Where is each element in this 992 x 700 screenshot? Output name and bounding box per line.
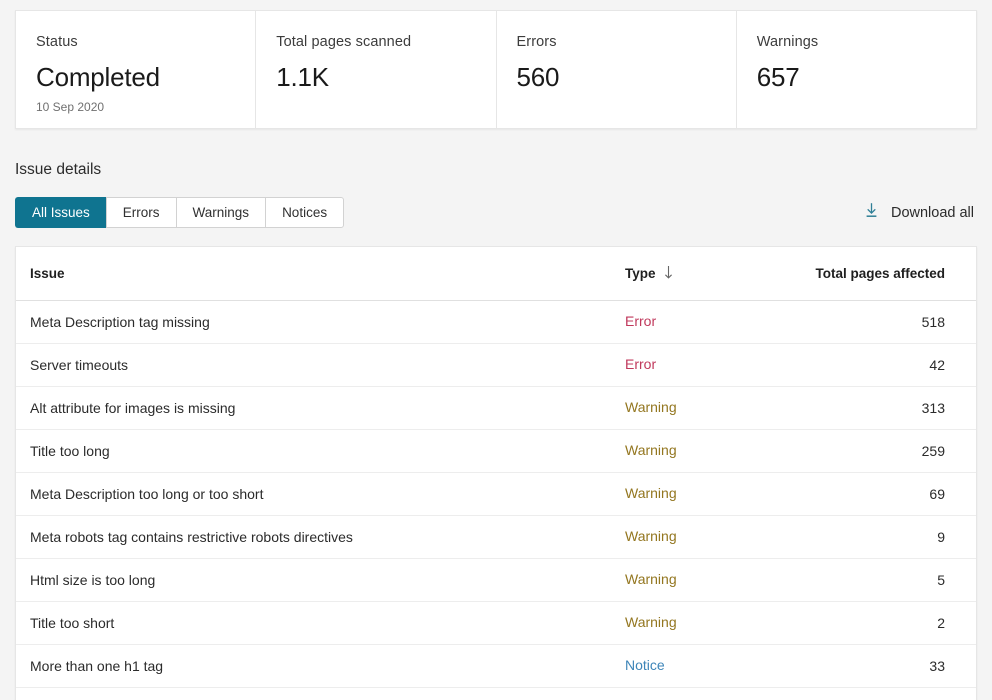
cell-pages-affected: 9 xyxy=(937,529,945,545)
cell-pages-affected: 42 xyxy=(929,357,945,373)
arrow-down-icon[interactable] xyxy=(663,265,674,283)
stat-label: Warnings xyxy=(756,34,819,50)
table-row[interactable]: Server timeouts Error 42 xyxy=(16,344,976,387)
table-header-row: Issue Type Total pages affected xyxy=(16,247,976,301)
table-row[interactable]: Html size is too long Warning 5 xyxy=(16,559,976,602)
download-icon xyxy=(863,201,880,224)
cell-issue: Title too long xyxy=(30,443,110,459)
tab-notices[interactable]: Notices xyxy=(265,197,345,228)
page-title: Issue details xyxy=(15,161,102,178)
column-header-type-label: Type xyxy=(625,266,656,281)
cell-pages-affected: 69 xyxy=(929,486,945,502)
summary-stats-card: Status Completed 10 Sep 2020 Total pages… xyxy=(15,10,977,129)
cell-issue: Server timeouts xyxy=(30,357,129,373)
cell-issue: Meta Description tag missing xyxy=(30,314,210,330)
stat-total-pages-scanned: Total pages scanned 1.1K xyxy=(256,11,497,128)
table-row[interactable]: Meta robots tag contains restrictive rob… xyxy=(16,516,976,559)
download-all-button[interactable]: Download all xyxy=(863,201,977,224)
cell-pages-affected: 2 xyxy=(937,615,945,631)
tab-errors[interactable]: Errors xyxy=(105,197,176,228)
cell-issue: Html size is too long xyxy=(30,572,156,588)
status-badge: Notice xyxy=(625,657,665,673)
table-row[interactable]: Title too short Warning 2 xyxy=(16,602,976,645)
status-badge: Warning xyxy=(625,399,677,415)
cell-issue: Alt attribute for images is missing xyxy=(30,400,236,416)
stat-label: Errors xyxy=(516,34,557,50)
tab-all-issues[interactable]: All Issues xyxy=(15,197,106,228)
download-all-label: Download all xyxy=(890,204,974,221)
tab-warnings[interactable]: Warnings xyxy=(175,197,266,228)
cell-pages-affected: 5 xyxy=(937,572,945,588)
cell-issue: Title too short xyxy=(30,615,115,631)
status-badge: Warning xyxy=(625,571,677,587)
table-row[interactable] xyxy=(16,688,976,700)
status-badge: Warning xyxy=(625,528,677,544)
stat-warnings: Warnings 657 xyxy=(737,11,976,128)
issue-type-tabs: All Issues Errors Warnings Notices xyxy=(15,197,345,228)
cell-issue: More than one h1 tag xyxy=(30,658,164,674)
stat-status: Status Completed 10 Sep 2020 xyxy=(16,11,257,128)
stat-errors: Errors 560 xyxy=(497,11,737,128)
column-header-type[interactable]: Type xyxy=(625,265,790,283)
issues-table: Issue Type Total pages affected Meta Des… xyxy=(15,246,977,700)
table-row[interactable]: Alt attribute for images is missing Warn… xyxy=(16,387,976,430)
stat-value: Completed xyxy=(36,62,160,92)
cell-pages-affected: 518 xyxy=(921,314,945,330)
stat-value: 1.1K xyxy=(276,62,329,92)
stat-value: 657 xyxy=(756,62,800,92)
column-header-total-pages-affected[interactable]: Total pages affected xyxy=(790,266,962,281)
issue-filter-toolbar: All Issues Errors Warnings Notices Downl… xyxy=(15,197,977,228)
table-row[interactable]: More than one h1 tag Notice 33 xyxy=(16,645,976,688)
status-badge: Warning xyxy=(625,442,677,458)
status-badge: Warning xyxy=(625,485,677,501)
table-row[interactable]: Meta Description tag missing Error 518 xyxy=(16,301,976,344)
cell-pages-affected: 33 xyxy=(929,658,945,674)
status-badge: Error xyxy=(625,313,657,329)
cell-pages-affected: 313 xyxy=(921,400,945,416)
audit-report-page: Status Completed 10 Sep 2020 Total pages… xyxy=(0,0,992,700)
stat-label: Total pages scanned xyxy=(276,34,412,50)
stat-subtext: 10 Sep 2020 xyxy=(36,100,105,114)
cell-pages-affected: 259 xyxy=(921,443,945,459)
cell-issue: Meta Description too long or too short xyxy=(30,486,264,502)
table-row[interactable]: Title too long Warning 259 xyxy=(16,430,976,473)
status-badge: Warning xyxy=(625,614,677,630)
table-row[interactable]: Meta Description too long or too short W… xyxy=(16,473,976,516)
column-header-issue[interactable]: Issue xyxy=(30,266,625,281)
cell-issue: Meta robots tag contains restrictive rob… xyxy=(30,529,353,545)
stat-value: 560 xyxy=(516,62,560,92)
stat-label: Status xyxy=(36,34,78,50)
status-badge: Error xyxy=(625,356,657,372)
